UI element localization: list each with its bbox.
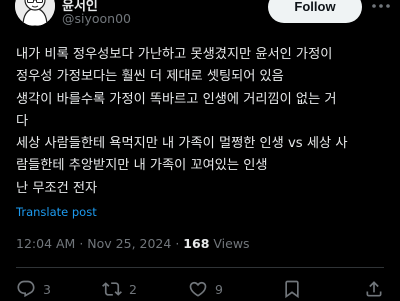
translate-post-link[interactable]: Translate post <box>16 205 97 219</box>
separator: · <box>175 236 180 251</box>
repost-button[interactable]: 2 <box>102 277 137 301</box>
bookmark-icon <box>285 280 299 299</box>
tweet-line: 내가 비록 정우성보다 가난하고 못생겼지만 윤서인 가정이 <box>16 47 333 62</box>
like-count: 9 <box>215 281 223 297</box>
tweet-line: 생각이 바를수록 가정이 똑바르고 인생에 거리낌이 없는 거 <box>16 91 337 107</box>
more-icon[interactable] <box>370 0 392 16</box>
tweet-line: 난 무조건 전자 <box>16 180 98 196</box>
user-handle[interactable]: @siyoon00 <box>62 11 131 26</box>
follow-button[interactable]: Follow <box>268 0 362 23</box>
action-bar: 3 2 9 <box>0 277 400 301</box>
tweet-text: 내가 비록 정우성보다 가난하고 못생겼지만 윤서인 가정이 정우성 가정보다는… <box>16 44 388 200</box>
tweet-line: 람들한테 추앙받지만 내 가족이 꼬여있는 인생 <box>16 158 268 174</box>
divider <box>16 267 384 268</box>
like-button[interactable]: 9 <box>188 277 223 301</box>
tweet-date[interactable]: Nov 25, 2024 <box>87 236 171 251</box>
reply-count: 3 <box>43 281 51 297</box>
bookmark-button[interactable] <box>282 277 302 301</box>
views-label: Views <box>213 236 250 251</box>
heart-icon <box>189 281 207 297</box>
tweet-time[interactable]: 12:04 AM <box>16 236 75 251</box>
tweet-line: 세상 사람들한테 욕먹지만 내 가족이 멀쩡한 인생 vs 세상 사 <box>16 136 348 152</box>
repost-icon <box>102 282 122 296</box>
avatar-image <box>15 0 55 26</box>
reply-icon <box>17 280 35 298</box>
separator: · <box>79 236 84 251</box>
tweet-metadata: 12:04 AM · Nov 25, 2024 · 168 Views <box>16 236 250 251</box>
views-count: 168 <box>183 236 210 251</box>
share-button[interactable] <box>364 277 384 301</box>
tweet-line: 다 <box>16 113 29 129</box>
tweet-header: 윤서인 @siyoon00 Follow <box>0 0 400 46</box>
share-icon <box>366 281 382 297</box>
tweet-line: 정우성 가정보다는 훨씬 더 제대로 셋팅되어 있음 <box>16 69 284 85</box>
repost-count: 2 <box>129 281 137 297</box>
avatar[interactable] <box>15 0 55 26</box>
reply-button[interactable]: 3 <box>16 277 51 301</box>
